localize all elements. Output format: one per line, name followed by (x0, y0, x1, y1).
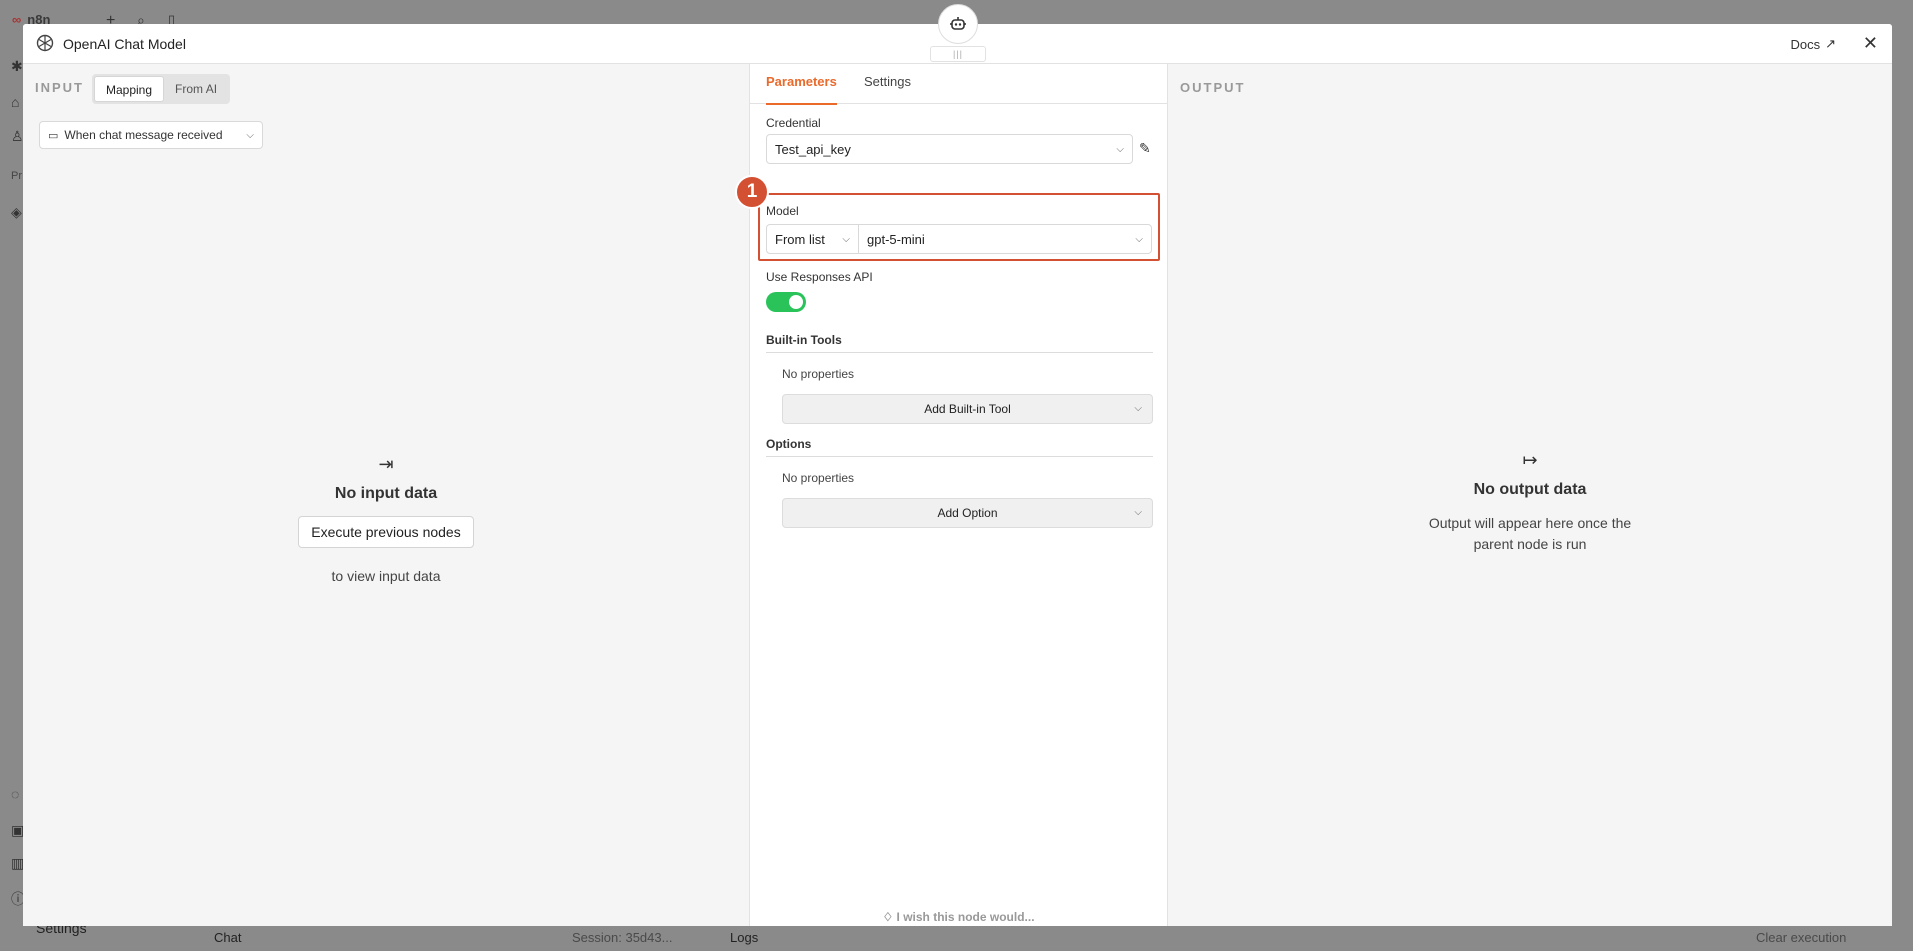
add-option-button[interactable]: Add Option ⌵ (782, 498, 1153, 528)
trigger-node-select[interactable]: ▭ When chat message received ⌵ (39, 121, 263, 149)
arrow-to-line-icon: ⇥ (378, 454, 394, 474)
modal-title: OpenAI Chat Model (63, 36, 186, 52)
panel-drag-handle[interactable]: ||| (930, 46, 986, 62)
responses-api-label: Use Responses API (766, 270, 873, 284)
add-option-label: Add Option (937, 506, 998, 520)
step-badge: 1 (735, 175, 769, 209)
docs-label: Docs (1790, 36, 1821, 52)
output-empty-subtitle: Output will appear here once the parent … (1168, 513, 1892, 555)
help-icon[interactable]: ◌ (11, 786, 19, 802)
arrow-from-line-icon: ↦ (1522, 450, 1538, 470)
output-empty-line-2: parent node is run (1473, 536, 1587, 552)
add-builtin-tool-label: Add Built-in Tool (924, 402, 1011, 416)
bg-topbar: ∞ n8n + ⌕ ▯ (0, 0, 200, 29)
node-modal: ||| OpenAI Chat Model Docs ↗ ✕ INPUT Map… (23, 4, 1892, 926)
close-button[interactable]: ✕ (1863, 33, 1878, 53)
input-panel-label: INPUT (35, 80, 84, 95)
openai-icon (36, 34, 54, 52)
mapping-toggle: Mapping From AI (92, 74, 231, 104)
model-value: gpt-5-mini (867, 231, 925, 247)
tab-parameters[interactable]: Parameters (766, 74, 837, 105)
chevron-down-icon: ⌵ (1135, 233, 1143, 245)
builtin-tools-empty: No properties (782, 367, 855, 381)
user-icon[interactable]: ♙ (11, 128, 24, 145)
input-empty-state: ⇥ No input data Execute previous nodes t… (23, 454, 749, 584)
feedback-text: I wish this node would... (896, 910, 1035, 924)
input-empty-title: No input data (334, 485, 438, 502)
chat-bubble-icon: ▭ (48, 129, 59, 142)
options-empty: No properties (782, 471, 855, 485)
home-icon[interactable]: ⌂ (11, 94, 19, 110)
credential-select[interactable]: Test_api_key ⌵ (766, 134, 1133, 164)
pencil-icon[interactable]: ✎ (1139, 140, 1151, 157)
layers-icon[interactable]: ◈ (11, 204, 22, 221)
output-panel-label: OUTPUT (1180, 80, 1246, 95)
model-mode-select[interactable]: From list ⌵ (766, 224, 859, 254)
chevron-down-icon: ⌵ (1134, 507, 1142, 518)
feedback-link[interactable]: ♢ I wish this node would... (750, 910, 1167, 924)
trigger-node-value: When chat message received (64, 128, 223, 142)
output-empty-state: ↦ No output data Output will appear here… (1168, 450, 1892, 555)
tab-from-ai[interactable]: From AI (164, 76, 228, 102)
model-select[interactable]: gpt-5-mini ⌵ (858, 224, 1152, 254)
credential-value: Test_api_key (775, 141, 851, 157)
external-link-icon: ↗ (1825, 36, 1836, 51)
workflow-icon[interactable]: ✱ (11, 58, 23, 75)
output-panel: OUTPUT ↦ No output data Output will appe… (1168, 64, 1892, 926)
tab-settings[interactable]: Settings (864, 74, 911, 103)
parameters-panel: 1 Parameters Settings Credential Test_ap… (735, 64, 1168, 926)
robot-icon (950, 17, 966, 30)
chevron-down-icon: ⌵ (246, 129, 254, 141)
output-empty-line-1: Output will appear here once the (1428, 515, 1632, 531)
docs-link[interactable]: Docs ↗ (1790, 36, 1836, 52)
output-empty-title: No output data (1473, 481, 1587, 498)
input-empty-subtitle: to view input data (331, 568, 441, 584)
toggle-knob (789, 295, 803, 309)
builtin-tools-heading: Built-in Tools (766, 333, 1153, 353)
params-tabs: Parameters Settings (750, 64, 1167, 105)
chat-label[interactable]: Chat (214, 930, 241, 945)
model-mode-value: From list (775, 231, 825, 247)
bg-bottombar: Chat Session: 35d43... Logs Clear execut… (0, 927, 1913, 951)
clear-execution-button[interactable]: Clear execution (1756, 930, 1846, 945)
input-panel: INPUT Mapping From AI ▭ When chat messag… (23, 64, 749, 926)
tab-mapping[interactable]: Mapping (94, 76, 165, 102)
lightbulb-icon: ♢ (882, 910, 894, 924)
model-label: Model (766, 204, 799, 218)
credential-label: Credential (766, 116, 821, 130)
responses-api-toggle[interactable] (766, 292, 806, 312)
chevron-down-icon: ⌵ (1134, 403, 1142, 414)
session-text: Session: 35d43... (572, 930, 673, 945)
logs-label[interactable]: Logs (730, 930, 758, 945)
execute-previous-nodes-button[interactable]: Execute previous nodes (298, 516, 474, 548)
sidebar-partial-label: Pr (11, 170, 22, 182)
agent-icon-bubble[interactable] (938, 4, 978, 44)
add-builtin-tool-button[interactable]: Add Built-in Tool ⌵ (782, 394, 1153, 424)
chevron-down-icon: ⌵ (1116, 143, 1124, 155)
options-heading: Options (766, 437, 1153, 457)
chevron-down-icon: ⌵ (842, 233, 850, 245)
